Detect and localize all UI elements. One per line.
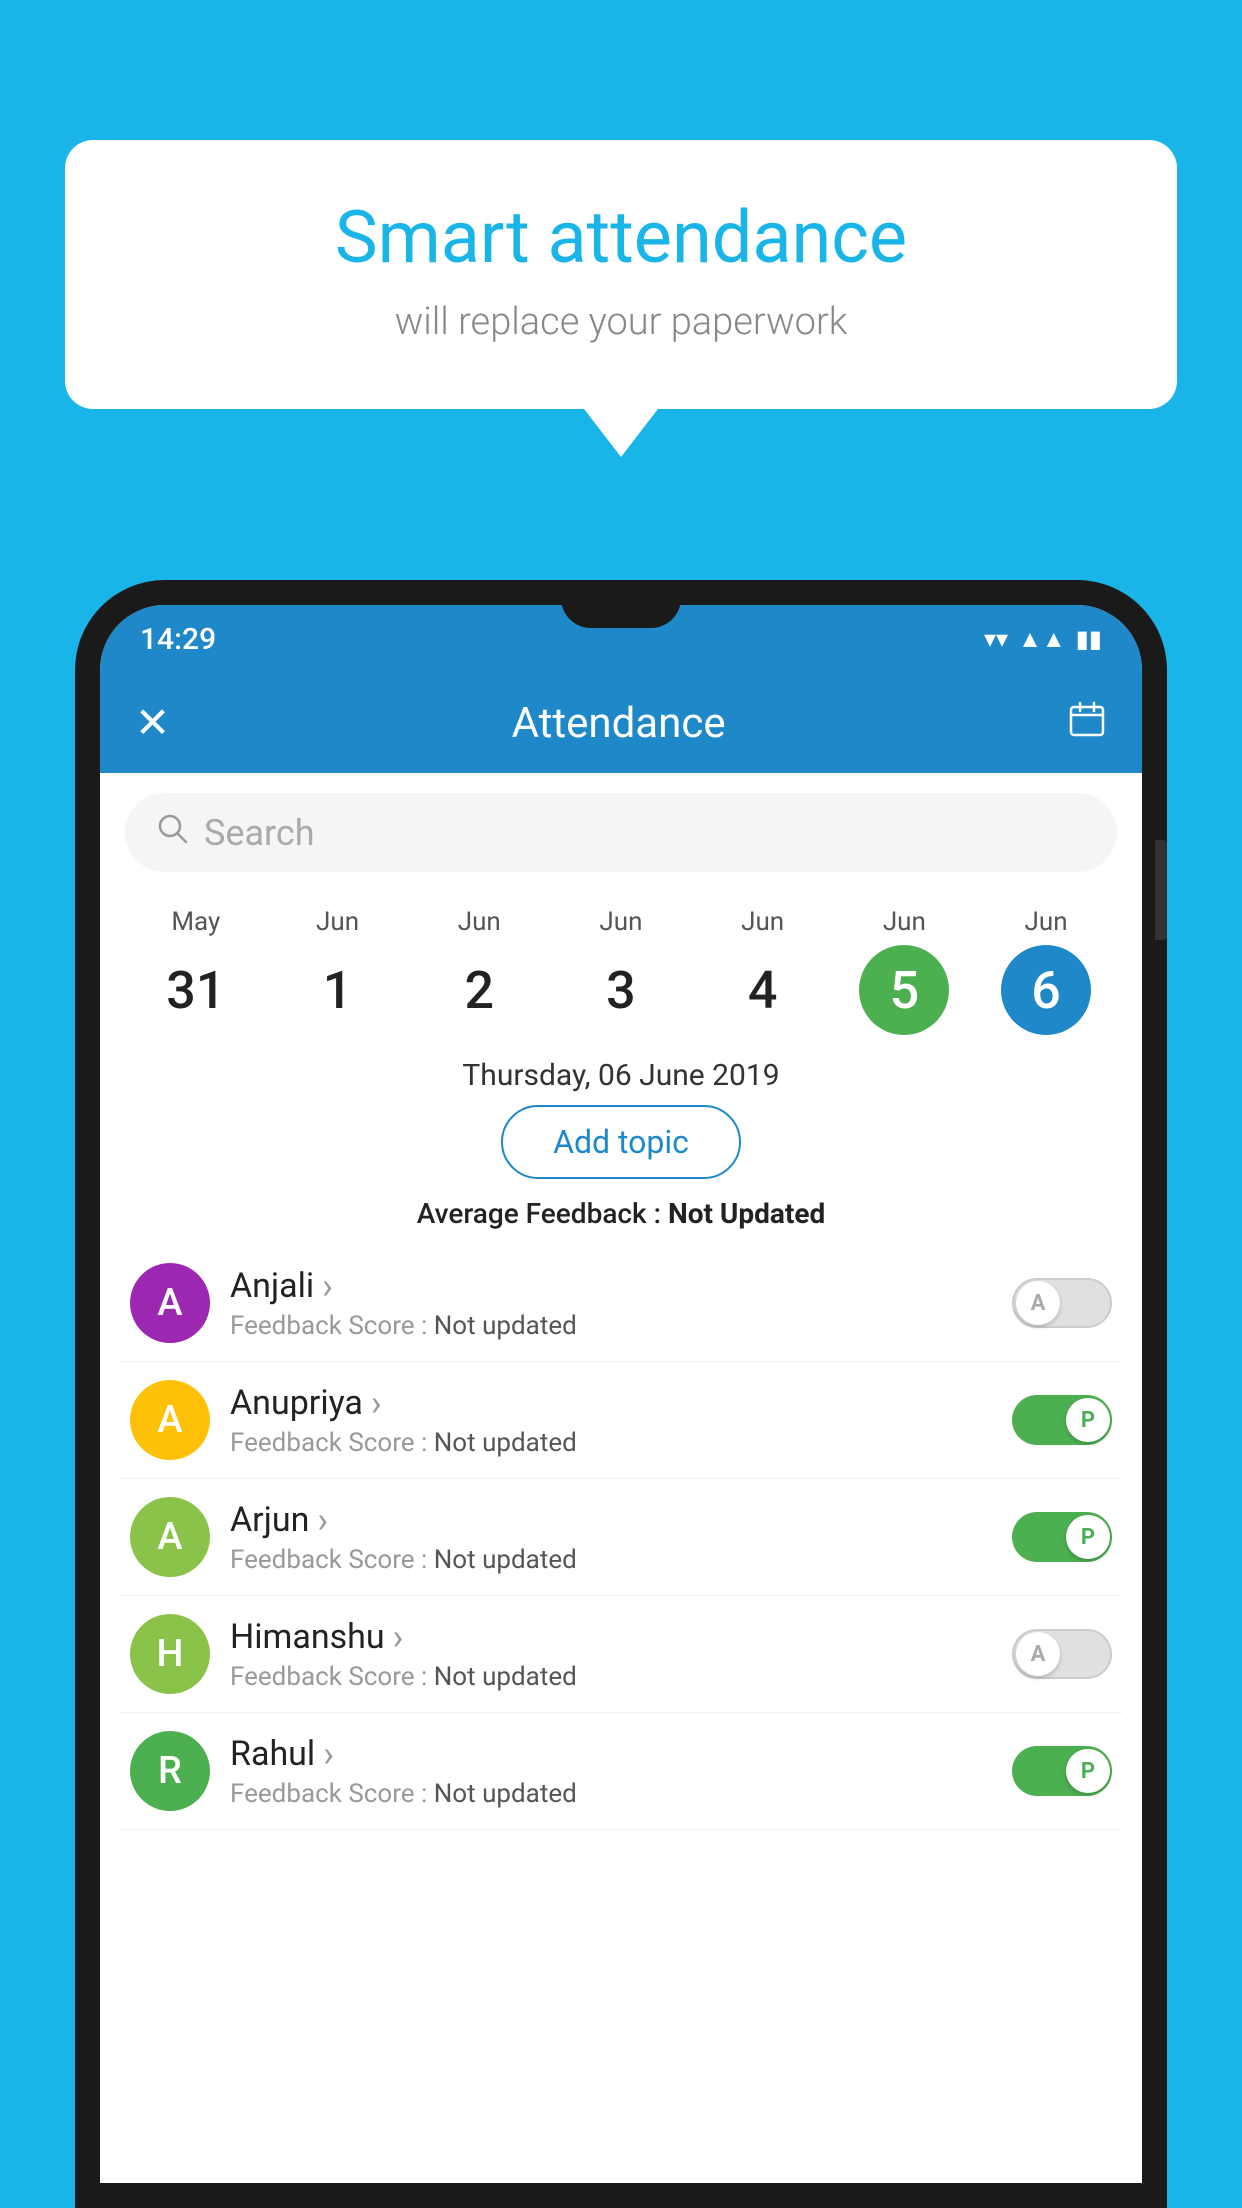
- close-button[interactable]: ✕: [135, 698, 170, 748]
- avg-feedback-label: Average Feedback :: [417, 1197, 668, 1230]
- student-feedback: Feedback Score : Not updated: [230, 1662, 992, 1692]
- student-info: Anupriya Feedback Score : Not updated: [230, 1382, 992, 1458]
- search-input[interactable]: Search: [204, 812, 315, 854]
- attendance-toggle[interactable]: P: [1012, 1512, 1112, 1562]
- student-feedback: Feedback Score : Not updated: [230, 1428, 992, 1458]
- attendance-toggle[interactable]: A: [1012, 1629, 1112, 1679]
- search-bar[interactable]: Search: [125, 793, 1117, 872]
- phone-screen: 14:29 ▾▾ ▲▲ ▮▮ ✕ Attendance: [100, 605, 1142, 2183]
- status-time: 14:29: [140, 622, 216, 657]
- calendar-day[interactable]: Jun 5: [854, 907, 954, 1035]
- calendar-day[interactable]: Jun 1: [288, 907, 388, 1035]
- student-row[interactable]: A Arjun Feedback Score : Not updated P: [120, 1479, 1122, 1596]
- cal-month-label: Jun: [316, 907, 359, 937]
- cal-month-label: Jun: [883, 907, 926, 937]
- student-avatar: A: [130, 1380, 210, 1460]
- cal-date-number[interactable]: 1: [293, 945, 383, 1035]
- cal-date-number[interactable]: 31: [151, 945, 241, 1035]
- student-info: Rahul Feedback Score : Not updated: [230, 1733, 992, 1809]
- student-feedback: Feedback Score : Not updated: [230, 1779, 992, 1809]
- student-avatar: A: [130, 1497, 210, 1577]
- cal-month-label: Jun: [599, 907, 642, 937]
- student-avatar: R: [130, 1731, 210, 1811]
- cal-date-number[interactable]: 4: [718, 945, 808, 1035]
- cal-date-number[interactable]: 3: [576, 945, 666, 1035]
- attendance-toggle[interactable]: A: [1012, 1278, 1112, 1328]
- calendar-day[interactable]: Jun 3: [571, 907, 671, 1035]
- volume-button: [1155, 840, 1167, 940]
- cal-month-label: Jun: [458, 907, 501, 937]
- battery-icon: ▮▮: [1076, 625, 1102, 653]
- signal-icon: ▲▲: [1018, 625, 1066, 654]
- student-info: Himanshu Feedback Score : Not updated: [230, 1616, 992, 1692]
- cal-month-label: Jun: [1025, 907, 1068, 937]
- student-name[interactable]: Anjali: [230, 1265, 992, 1307]
- attendance-toggle[interactable]: P: [1012, 1395, 1112, 1445]
- phone-notch: [561, 580, 681, 628]
- selected-date-label: Thursday, 06 June 2019: [100, 1040, 1142, 1105]
- student-feedback: Feedback Score : Not updated: [230, 1311, 992, 1341]
- cal-month-label: May: [171, 907, 220, 937]
- speech-bubble: Smart attendance will replace your paper…: [65, 140, 1177, 409]
- speech-bubble-container: Smart attendance will replace your paper…: [65, 140, 1177, 409]
- status-icons: ▾▾ ▲▲ ▮▮: [984, 625, 1102, 654]
- cal-date-number[interactable]: 2: [434, 945, 524, 1035]
- calendar-day[interactable]: May 31: [146, 907, 246, 1035]
- student-name[interactable]: Rahul: [230, 1733, 992, 1775]
- calendar-day[interactable]: Jun 4: [713, 907, 813, 1035]
- cal-month-label: Jun: [741, 907, 784, 937]
- student-info: Anjali Feedback Score : Not updated: [230, 1265, 992, 1341]
- student-row[interactable]: A Anjali Feedback Score : Not updated A: [120, 1245, 1122, 1362]
- calendar-icon[interactable]: [1067, 699, 1107, 748]
- student-avatar: H: [130, 1614, 210, 1694]
- student-name[interactable]: Himanshu: [230, 1616, 992, 1658]
- wifi-icon: ▾▾: [984, 625, 1008, 653]
- calendar-day[interactable]: Jun 2: [429, 907, 529, 1035]
- student-name[interactable]: Anupriya: [230, 1382, 992, 1424]
- cal-date-number[interactable]: 6: [1001, 945, 1091, 1035]
- student-info: Arjun Feedback Score : Not updated: [230, 1499, 992, 1575]
- add-topic-button[interactable]: Add topic: [501, 1105, 741, 1179]
- student-name[interactable]: Arjun: [230, 1499, 992, 1541]
- average-feedback: Average Feedback : Not Updated: [100, 1197, 1142, 1230]
- student-row[interactable]: H Himanshu Feedback Score : Not updated A: [120, 1596, 1122, 1713]
- avg-feedback-value: Not Updated: [668, 1197, 825, 1230]
- student-row[interactable]: R Rahul Feedback Score : Not updated P: [120, 1713, 1122, 1830]
- search-icon: [155, 811, 189, 854]
- cal-date-number[interactable]: 5: [859, 945, 949, 1035]
- student-avatar: A: [130, 1263, 210, 1343]
- calendar-day[interactable]: Jun 6: [996, 907, 1096, 1035]
- bubble-subtitle: will replace your paperwork: [125, 300, 1117, 344]
- phone-frame: 14:29 ▾▾ ▲▲ ▮▮ ✕ Attendance: [75, 580, 1167, 2208]
- bubble-title: Smart attendance: [125, 195, 1117, 280]
- student-list: AAnjaliFeedback Score : Not updatedAAAnu…: [100, 1245, 1142, 1830]
- student-feedback: Feedback Score : Not updated: [230, 1545, 992, 1575]
- calendar-strip: May 31 Jun 1 Jun 2 Jun 3 Jun 4 Jun 5 Jun 6: [100, 892, 1142, 1040]
- student-row[interactable]: A Anupriya Feedback Score : Not updated P: [120, 1362, 1122, 1479]
- attendance-toggle[interactable]: P: [1012, 1746, 1112, 1796]
- app-header: ✕ Attendance: [100, 673, 1142, 773]
- header-title: Attendance: [512, 699, 726, 748]
